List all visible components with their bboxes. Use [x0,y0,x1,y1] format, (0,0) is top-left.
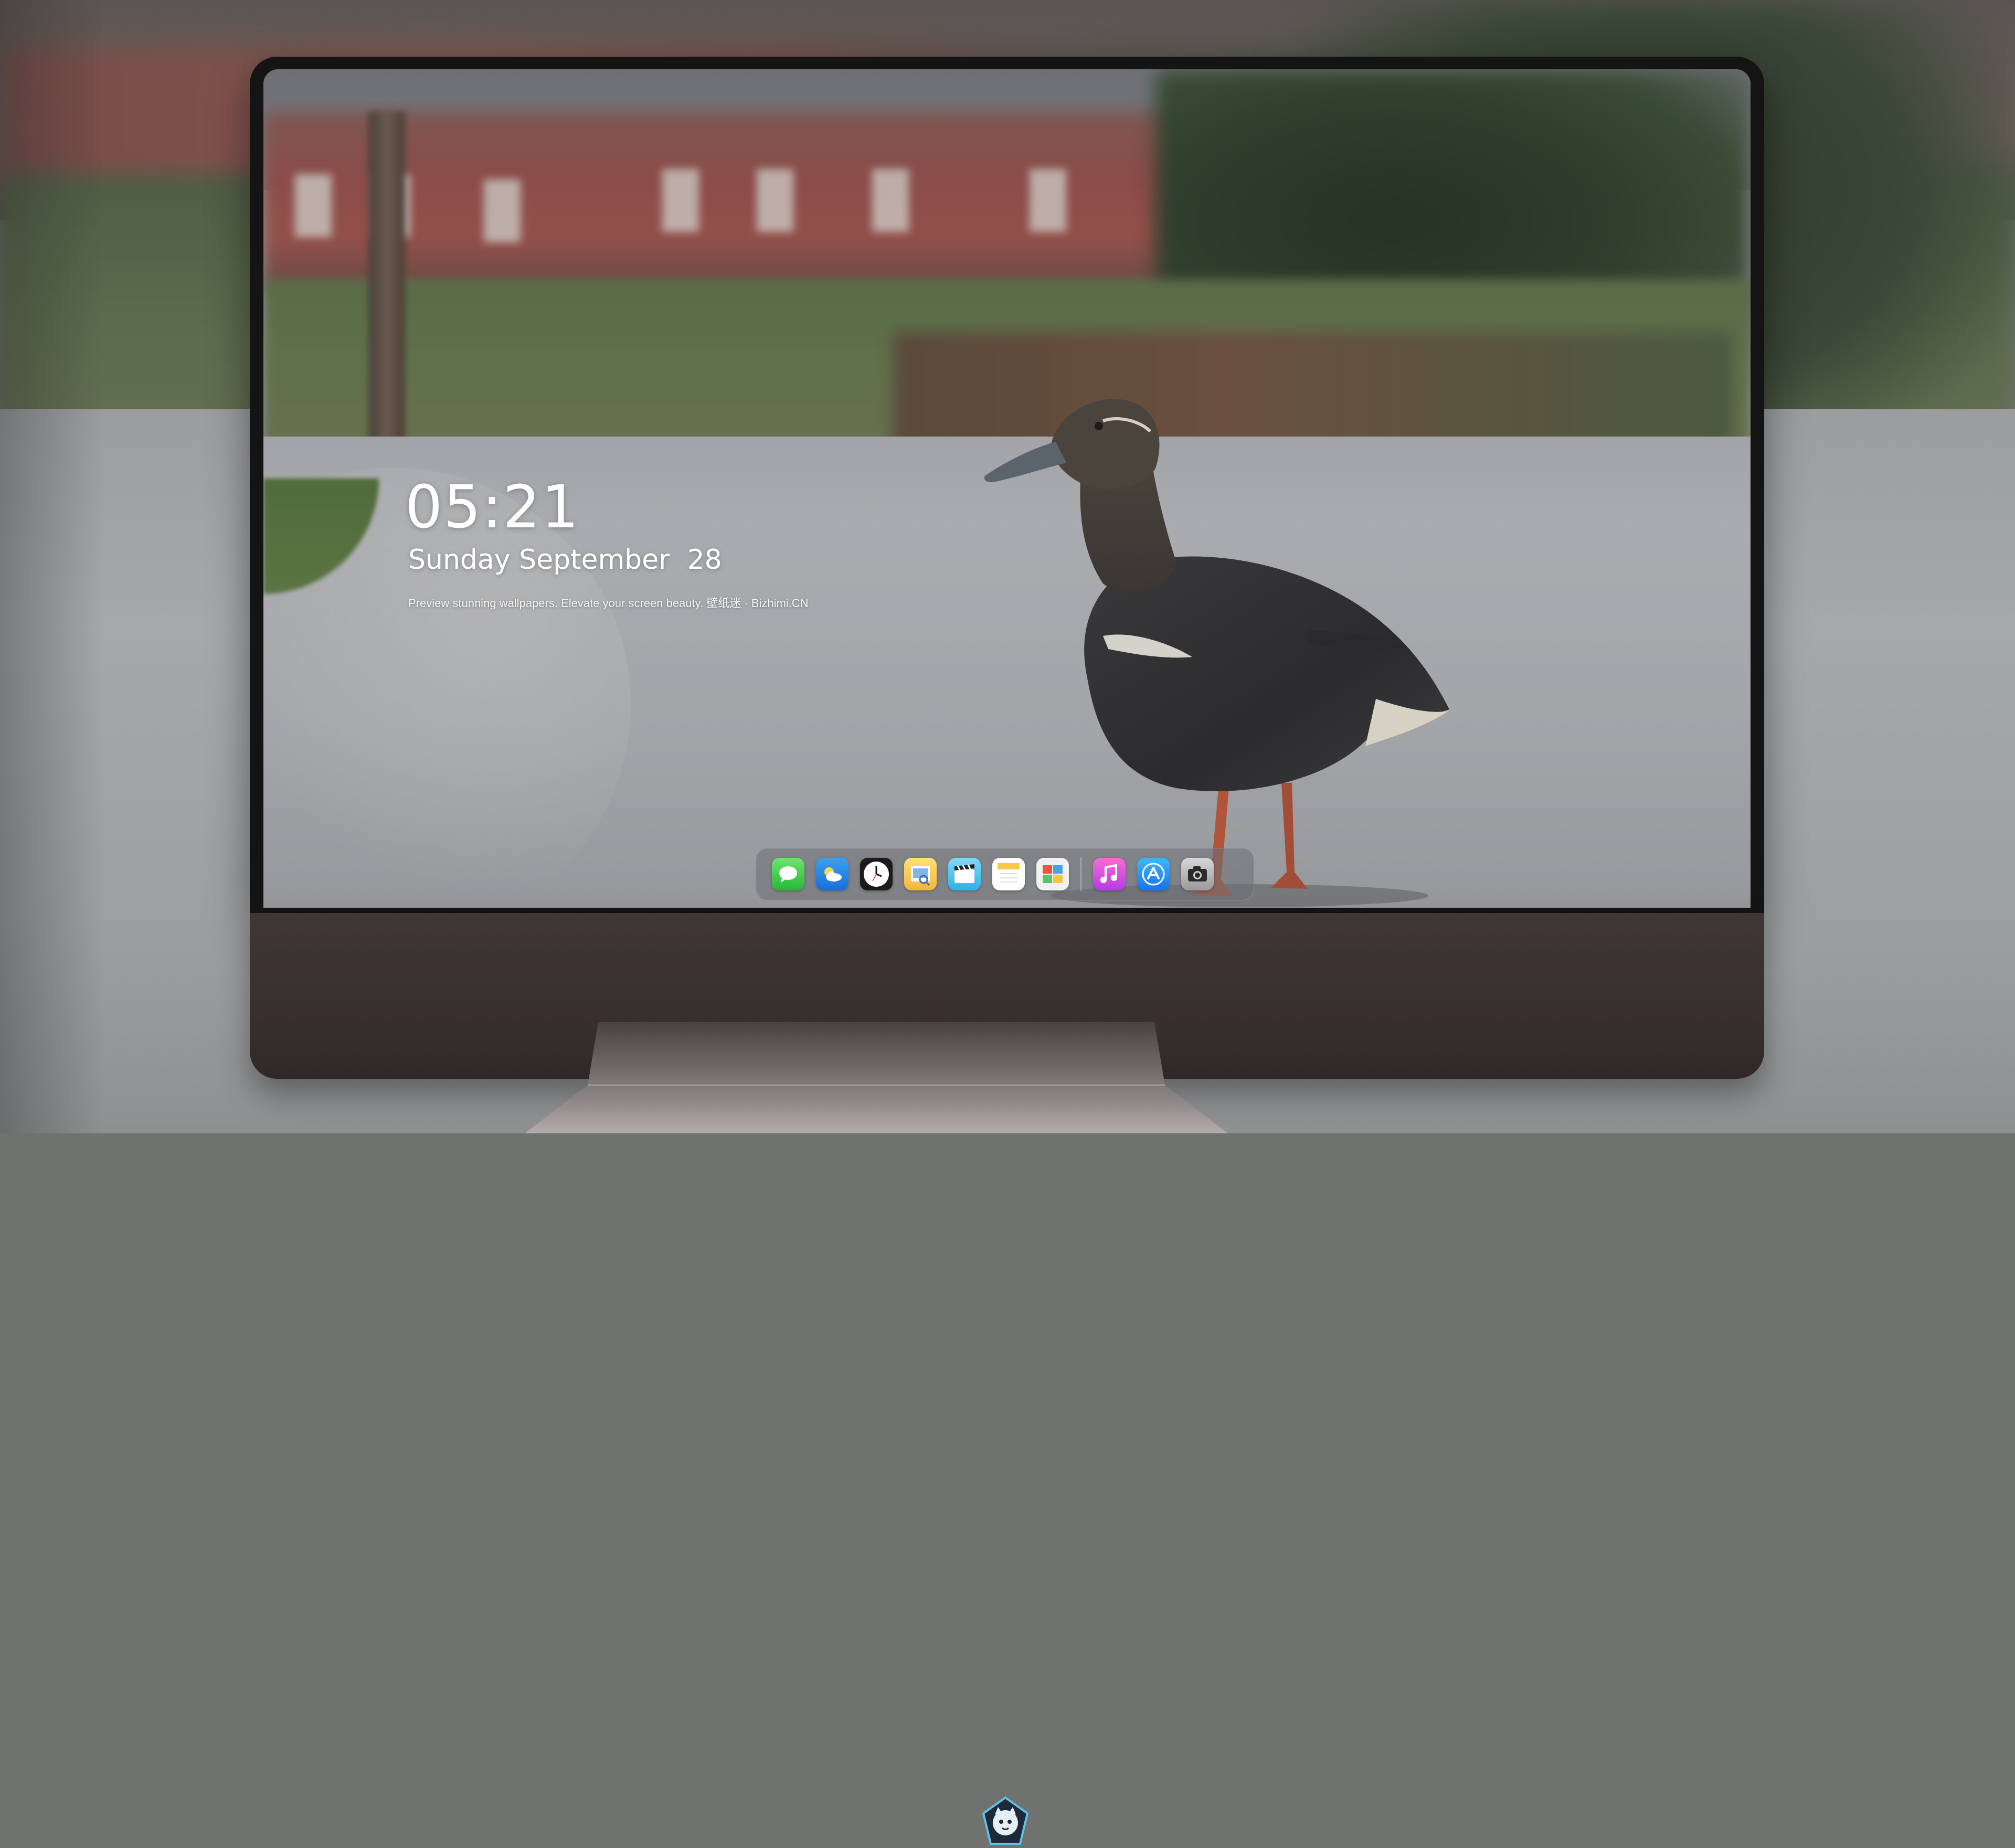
wallpaper-window [484,179,521,242]
clock-icon[interactable] [860,858,893,890]
wallpaper-window [662,169,699,232]
lock-date: Sunday September 28 [408,544,722,576]
photo-booth-icon[interactable] [1036,858,1069,890]
notes-icon[interactable] [992,858,1025,890]
lock-tagline: Preview stunning wallpapers. Elevate you… [408,597,809,610]
messages-icon[interactable] [772,858,804,890]
wallpaper-window [757,169,793,232]
weather-icon[interactable] [816,858,849,890]
wallpaper-window [295,174,332,237]
dock [756,848,1254,900]
dock-separator [1080,857,1081,891]
lock-clock: 05:21 [405,473,580,541]
clips-icon[interactable] [948,858,981,890]
bizhimi-logo-icon [982,1796,1029,1845]
preview-icon[interactable] [904,858,937,890]
camera-icon[interactable] [1181,858,1214,890]
duck-illustration [984,399,1449,907]
app-store-icon[interactable] [1137,858,1170,890]
monitor-bezel: 05:21 Sunday September 28 Preview stunni… [250,57,1764,913]
background-vignette [0,0,105,1133]
lock-screen[interactable]: 05:21 Sunday September 28 Preview stunni… [263,69,1751,908]
music-icon[interactable] [1093,858,1126,890]
monitor: 05:21 Sunday September 28 Preview stunni… [250,57,1764,1845]
monitor-stand [525,1022,1228,1133]
wallpaper-window [872,169,909,232]
wallpaper-window [1030,169,1066,232]
